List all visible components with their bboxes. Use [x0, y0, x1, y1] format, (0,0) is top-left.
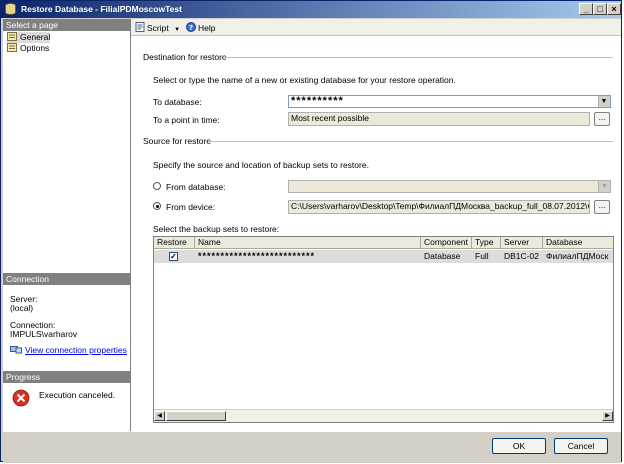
connection-icon — [10, 346, 22, 354]
toolbar: Script ▼ ? Help — [131, 19, 621, 36]
col-component[interactable]: Component — [421, 237, 472, 249]
source-description: Specify the source and location of backu… — [153, 160, 369, 170]
point-in-time-value: Most recent possible — [291, 113, 369, 123]
ok-button[interactable]: OK — [492, 438, 546, 454]
script-icon — [135, 22, 145, 32]
col-database[interactable]: Database — [543, 237, 613, 249]
to-database-value: ********** — [291, 95, 344, 107]
help-button[interactable]: ? Help — [186, 22, 215, 33]
cancel-button[interactable]: Cancel — [554, 438, 608, 454]
source-section-title: Source for restore — [143, 136, 212, 146]
svg-text:?: ? — [189, 24, 193, 32]
connection-value: IMPULS\varharov — [10, 329, 78, 339]
to-database-combobox[interactable]: ********** ▼ — [288, 95, 611, 108]
select-page-header: Select a page — [3, 19, 130, 31]
row-server: DB1C-02 — [501, 250, 543, 263]
from-database-label: From database: — [166, 182, 226, 192]
scroll-left-icon[interactable]: ◀ — [154, 411, 165, 421]
destination-description: Select or type the name of a new or exis… — [153, 75, 456, 85]
right-pane: Script ▼ ? Help Destination for restore S… — [131, 19, 621, 431]
from-device-value: C:\Users\varharov\Desktop\Temp\ФилиалПДМ… — [291, 201, 590, 211]
col-type[interactable]: Type — [472, 237, 501, 249]
help-label: Help — [198, 23, 216, 33]
connection-header: Connection — [3, 273, 130, 285]
scroll-thumb[interactable] — [166, 411, 226, 421]
chevron-down-icon[interactable]: ▼ — [174, 27, 180, 33]
minimize-button[interactable]: _ — [579, 3, 593, 15]
from-device-browse-button[interactable]: ... — [594, 200, 610, 214]
window-title: Restore Database - FilialPDMoscowTest — [21, 4, 182, 14]
from-database-radio[interactable] — [153, 182, 161, 190]
row-name: ************************** — [195, 250, 421, 263]
progress-header: Progress — [3, 371, 130, 383]
from-device-field: C:\Users\varharov\Desktop\Temp\ФилиалПДМ… — [288, 200, 590, 214]
from-device-radio[interactable] — [153, 202, 161, 210]
backup-sets-grid[interactable]: Restore Name Component Type Server Datab… — [153, 236, 614, 423]
left-pane: Select a page General Options Connection… — [3, 19, 131, 431]
page-options[interactable]: Options — [7, 43, 49, 54]
to-database-label: To database: — [153, 97, 202, 107]
script-button[interactable]: Script ▼ — [135, 22, 180, 33]
page-icon — [7, 43, 17, 52]
page-general-label: General — [20, 32, 51, 42]
view-connection-link[interactable]: View connection properties — [25, 345, 127, 355]
chevron-down-icon[interactable]: ▼ — [598, 96, 610, 107]
page-options-label: Options — [20, 43, 50, 53]
database-icon — [5, 3, 16, 15]
from-device-label: From device: — [166, 202, 216, 212]
col-restore[interactable]: Restore — [154, 237, 195, 249]
col-server[interactable]: Server — [501, 237, 543, 249]
title-bar[interactable]: Restore Database - FilialPDMoscowTest _ … — [1, 1, 621, 18]
chevron-down-icon: ▼ — [598, 181, 610, 192]
scroll-right-icon[interactable]: ▶ — [602, 411, 613, 421]
server-value: (local) — [10, 303, 34, 313]
backup-sets-label: Select the backup sets to restore: — [153, 224, 280, 234]
view-connection-properties[interactable]: View connection properties — [10, 345, 127, 355]
script-label: Script — [147, 23, 169, 33]
button-bar: OK Cancel — [3, 431, 621, 463]
from-database-combobox: ▼ — [288, 180, 611, 193]
destination-section-title: Destination for restore — [143, 52, 227, 62]
help-icon: ? — [186, 22, 196, 32]
page-general[interactable]: General — [7, 32, 51, 43]
horizontal-scrollbar[interactable]: ◀ ▶ — [154, 409, 613, 422]
restore-checkbox[interactable]: ✓ — [169, 252, 178, 261]
progress-status: Execution canceled. — [39, 390, 116, 400]
maximize-button[interactable]: □ — [593, 3, 607, 15]
restore-database-window: Restore Database - FilialPDMoscowTest _ … — [0, 0, 622, 463]
source-divider — [208, 141, 613, 142]
col-name[interactable]: Name — [195, 237, 421, 249]
point-in-time-browse-button[interactable]: ... — [594, 112, 610, 126]
close-button[interactable]: × — [607, 3, 621, 15]
point-in-time-label: To a point in time: — [153, 115, 220, 125]
destination-divider — [223, 57, 613, 58]
row-component: Database — [421, 250, 472, 263]
point-in-time-field: Most recent possible — [288, 112, 590, 126]
row-type: Full — [472, 250, 501, 263]
row-restore-cell: ✓ — [154, 250, 195, 263]
row-database: ФилиалПДМоск — [543, 250, 613, 263]
error-icon — [12, 389, 30, 407]
page-icon — [7, 32, 17, 41]
